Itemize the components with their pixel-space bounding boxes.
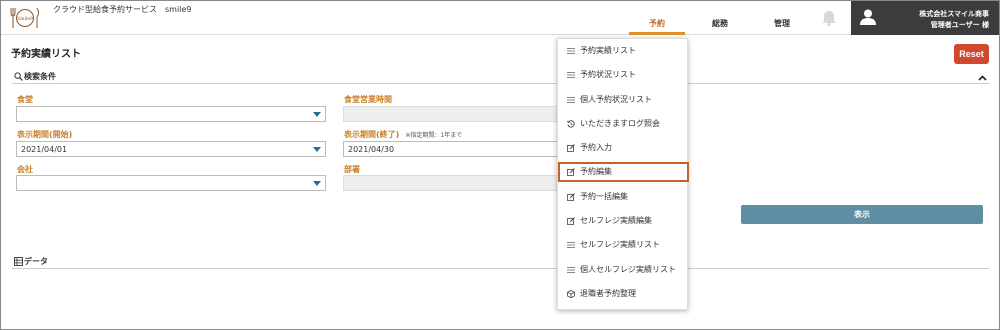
smile9-logo[interactable]: Smile9 [9, 4, 41, 32]
end-date-note: ※指定期間：1年まで [405, 132, 463, 139]
dept-field [343, 175, 559, 191]
menu-item-reservation-results[interactable]: 予約実績リスト [558, 41, 689, 61]
reservation-dropdown-menu: 予約実績リスト 予約状況リスト 個人予約状況リスト いただきますログ照会 予約入… [557, 38, 689, 310]
tab-reservation[interactable]: 予約 [629, 18, 685, 29]
menu-item-label: 個人予約状況リスト [580, 95, 652, 104]
data-section-label: データ [24, 257, 48, 266]
cafeteria-label: 食堂 [17, 95, 33, 104]
menu-item-label: 予約実績リスト [580, 46, 636, 55]
end-date-select[interactable]: 2021/04/30 [343, 141, 559, 157]
app-window [0, 0, 1000, 330]
search-section-label: 検索条件 [24, 72, 56, 81]
list-icon [567, 97, 575, 103]
chevron-down-icon [313, 147, 321, 152]
logo-text: Smile9 [17, 16, 33, 22]
dept-label: 部署 [344, 165, 360, 174]
tab-general-affairs[interactable]: 総務 [692, 18, 748, 29]
box-icon [567, 290, 575, 298]
menu-item-retiree-cleanup[interactable]: 退職者予約整理 [558, 284, 689, 304]
tab-active-indicator [629, 32, 685, 35]
menu-item-label: いただきますログ照会 [580, 119, 660, 128]
hours-label: 食堂営業時間 [344, 95, 392, 104]
menu-item-label: セルフレジ実績編集 [580, 216, 652, 225]
menu-item-reservation-edit[interactable]: 予約編集 [558, 162, 689, 182]
hours-field [343, 106, 559, 122]
start-date-label: 表示期間(開始) [17, 130, 73, 139]
bell-icon[interactable] [821, 9, 837, 27]
company-select[interactable] [16, 175, 326, 191]
data-section-header: データ [12, 256, 989, 269]
table-icon [14, 257, 23, 266]
start-date-select[interactable]: 2021/04/01 [16, 141, 326, 157]
user-name: 管理者ユーザー 様 [930, 21, 989, 29]
menu-item-personal-selfregister-list[interactable]: 個人セルフレジ実績リスト [558, 260, 689, 280]
menu-item-reservation-status[interactable]: 予約状況リスト [558, 65, 689, 85]
show-button[interactable]: 表示 [741, 205, 983, 224]
menu-item-bulk-edit[interactable]: 予約一括編集 [558, 187, 689, 207]
tab-management[interactable]: 管理 [754, 18, 810, 29]
reset-button[interactable]: Reset [954, 44, 989, 64]
app-title: クラウド型給食予約サービス smile9 [53, 5, 192, 14]
menu-item-label: セルフレジ実績リスト [580, 240, 660, 249]
menu-item-label: 退職者予約整理 [580, 289, 636, 298]
menu-item-label: 予約状況リスト [580, 70, 636, 79]
menu-item-reservation-input[interactable]: 予約入力 [558, 138, 689, 158]
chevron-down-icon [313, 112, 321, 117]
end-date-value: 2021/04/30 [348, 145, 395, 154]
menu-item-selfregister-edit[interactable]: セルフレジ実績編集 [558, 211, 689, 231]
start-date-value: 2021/04/01 [21, 145, 68, 154]
menu-item-label: 予約編集 [580, 167, 612, 176]
end-date-label: 表示期間(終了) ※指定期間：1年まで [344, 129, 462, 140]
page-title: 予約実績リスト [11, 49, 81, 60]
edit-icon [567, 193, 575, 201]
menu-item-personal-status[interactable]: 個人予約状況リスト [558, 90, 689, 110]
history-icon [567, 120, 575, 128]
top-header: Smile9 クラウド型給食予約サービス smile9 予約 総務 管理 株式会… [1, 1, 999, 35]
search-icon [14, 72, 23, 81]
chevron-down-icon [313, 181, 321, 186]
user-menu[interactable]: 株式会社スマイル商事 管理者ユーザー 様 [851, 1, 999, 35]
list-icon [567, 72, 575, 78]
company-name: 株式会社スマイル商事 [919, 10, 989, 18]
list-icon [567, 242, 575, 248]
edit-icon [567, 217, 575, 225]
edit-icon [567, 144, 575, 152]
chevron-up-icon[interactable] [978, 75, 987, 81]
search-section-header[interactable]: 検索条件 [12, 71, 989, 84]
cafeteria-select[interactable] [16, 106, 326, 122]
menu-item-selfregister-list[interactable]: セルフレジ実績リスト [558, 235, 689, 255]
end-date-label-text: 表示期間(終了) [344, 130, 400, 139]
edit-icon [567, 168, 575, 176]
menu-item-itadakimasu-log[interactable]: いただきますログ照会 [558, 114, 689, 134]
list-icon [567, 267, 575, 273]
menu-item-label: 予約入力 [580, 143, 612, 152]
menu-item-label: 個人セルフレジ実績リスト [580, 265, 676, 274]
user-avatar-icon [860, 9, 876, 25]
menu-item-label: 予約一括編集 [580, 192, 628, 201]
company-label: 会社 [17, 165, 33, 174]
list-icon [567, 48, 575, 54]
